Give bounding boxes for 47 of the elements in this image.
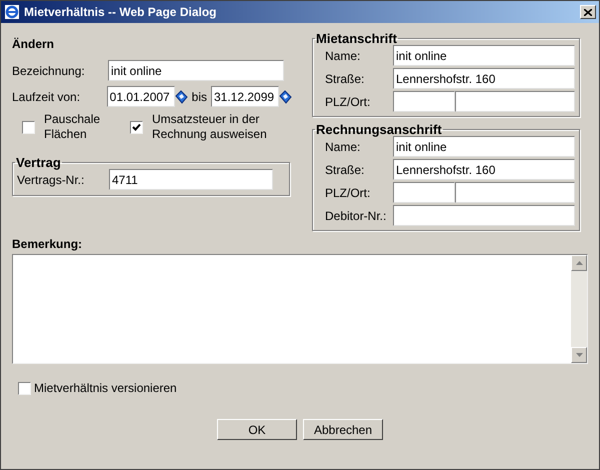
checkbox[interactable] bbox=[22, 120, 35, 134]
field-label: Straße: bbox=[324, 70, 366, 88]
checkmark-icon bbox=[132, 122, 141, 132]
field-label: bis bbox=[192, 88, 207, 106]
postal-code-field[interactable] bbox=[393, 182, 455, 203]
field-label: Name: bbox=[324, 138, 362, 156]
group-title: Rechnungsanschrift bbox=[315, 123, 443, 136]
field-label: Laufzeit von: bbox=[12, 88, 82, 106]
checkbox[interactable] bbox=[18, 382, 31, 394]
scroll-down-button[interactable] bbox=[571, 347, 587, 363]
date-field[interactable]: 01.01.2007 bbox=[106, 86, 175, 107]
city-field[interactable] bbox=[455, 182, 575, 203]
text-field[interactable] bbox=[393, 205, 575, 226]
text-field[interactable]: init online bbox=[108, 60, 284, 81]
text-field[interactable]: 4711 bbox=[109, 169, 273, 190]
field-label: PLZ/Ort: bbox=[324, 184, 372, 202]
checkbox[interactable] bbox=[130, 120, 143, 134]
close-icon bbox=[584, 8, 592, 16]
checkbox-label: Mietverhältnis versionieren bbox=[34, 380, 177, 397]
group-title: Vertrag bbox=[15, 156, 62, 169]
dialog-button[interactable]: OK bbox=[217, 419, 297, 440]
city-field[interactable] bbox=[455, 91, 575, 112]
postal-code-field[interactable] bbox=[393, 91, 455, 112]
text-field[interactable]: Lennershofstr. 160 bbox=[393, 159, 575, 180]
group-title: Mietanschrift bbox=[315, 32, 398, 45]
close-button[interactable] bbox=[580, 5, 596, 19]
field-label: Bezeichnung: bbox=[12, 62, 86, 80]
dialog-button[interactable]: Abbrechen bbox=[303, 419, 383, 440]
field-label: Name: bbox=[324, 48, 362, 64]
text-field[interactable]: Lennershofstr. 160 bbox=[393, 68, 575, 89]
text-field[interactable]: init online bbox=[393, 136, 575, 157]
down-arrow-icon bbox=[576, 353, 582, 357]
field-label: Straße: bbox=[324, 162, 366, 178]
field-label: Vertrags-Nr.: bbox=[17, 172, 86, 188]
checkbox-label: Umsatzsteuer in der Rechnung ausweisen bbox=[152, 112, 268, 142]
field-label: PLZ/Ort: bbox=[324, 94, 372, 110]
browser-icon bbox=[4, 4, 20, 20]
text-field[interactable]: init online bbox=[393, 45, 575, 66]
up-arrow-icon bbox=[576, 261, 582, 265]
scroll-up-button[interactable] bbox=[571, 255, 587, 271]
window-title: Mietverhältnis -- Web Page Dialog bbox=[24, 4, 218, 21]
scrollbar[interactable] bbox=[571, 255, 587, 363]
field-label: Debitor-Nr.: bbox=[324, 208, 388, 224]
field-label: Bemerkung: bbox=[12, 236, 84, 253]
section-title: Ändern bbox=[12, 36, 55, 53]
date-field[interactable]: 31.12.2099 bbox=[211, 86, 279, 107]
checkbox-label: Pauschale Flächen bbox=[44, 112, 102, 142]
